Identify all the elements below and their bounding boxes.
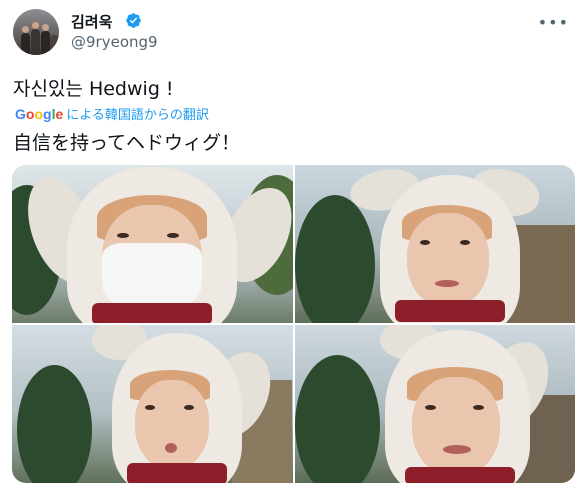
author-handle[interactable]: @9ryeong9	[71, 33, 158, 51]
photo-3[interactable]	[12, 325, 293, 483]
translation-label: による韓国語からの翻訳	[66, 108, 209, 123]
media-grid	[12, 165, 575, 483]
avatar[interactable]	[13, 9, 59, 55]
google-logo: Google	[15, 105, 64, 122]
tweet-text: 자신있는 Hedwig !	[13, 78, 174, 100]
verified-badge-icon	[126, 13, 141, 28]
author-name[interactable]: 김려욱	[71, 11, 112, 32]
translated-text: 自信を持ってヘドウィグ！	[13, 132, 241, 154]
photo-1[interactable]	[12, 165, 293, 323]
ellipsis-icon[interactable]: •••	[538, 13, 569, 32]
photo-2[interactable]	[295, 165, 575, 323]
tweet-header: 김려욱 @9ryeong9 •••	[13, 9, 573, 57]
photo-4[interactable]	[295, 325, 575, 483]
translation-attribution[interactable]: Google による韓国語からの翻訳	[15, 104, 209, 124]
